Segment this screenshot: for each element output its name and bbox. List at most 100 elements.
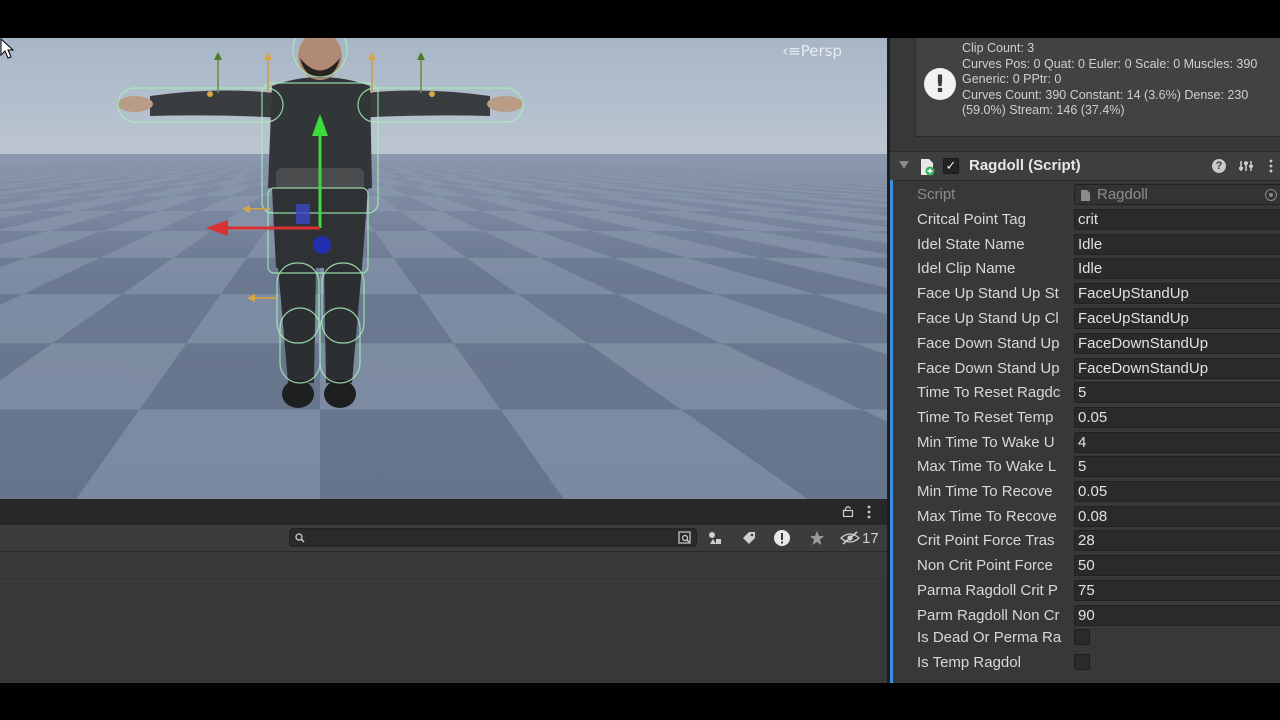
toggle-errors-button[interactable] — [769, 528, 795, 548]
filter-by-type-button[interactable] — [702, 528, 728, 548]
property-text-field[interactable]: FaceUpStandUp — [1074, 283, 1280, 304]
property-label: Time To Reset Ragdc — [917, 384, 1061, 401]
property-value: Ragdoll — [1097, 186, 1148, 203]
property-label: Is Temp Ragdol — [917, 654, 1021, 671]
lock-icon[interactable] — [842, 505, 854, 517]
property-label: Max Time To Recove — [917, 508, 1057, 525]
property-label: Critcal Point Tag — [917, 211, 1026, 228]
property-row: Parm Ragdoll Non Cr 90 — [914, 604, 1280, 628]
panel-toolbar: 17 — [0, 525, 887, 552]
property-number-field[interactable]: 0.05 — [1074, 481, 1280, 502]
property-label: Idel State Name — [917, 236, 1025, 253]
property-row: Max Time To Wake L 5 — [914, 455, 1280, 479]
property-number-field[interactable]: 5 — [1074, 456, 1280, 477]
property-text-field[interactable]: Idle — [1074, 234, 1280, 255]
script-file-icon — [1081, 190, 1090, 201]
property-row: Idel State Name Idle — [914, 233, 1280, 257]
property-row: Max Time To Recove 0.08 — [914, 505, 1280, 529]
property-row: Crit Point Force Tras 28 — [914, 529, 1280, 553]
property-label: Time To Reset Temp — [917, 409, 1054, 426]
property-label: Face Down Stand Up — [917, 360, 1060, 377]
property-number-field[interactable]: 5 — [1074, 382, 1280, 403]
clip-info-box: ! Clip Count: 3 Curves Pos: 0 Quat: 0 Eu… — [915, 38, 1280, 137]
property-row: Critcal Point Tag crit — [914, 208, 1280, 232]
component-enabled-checkbox[interactable]: ✓ — [943, 158, 959, 174]
property-number-field[interactable]: 4 — [1074, 432, 1280, 453]
property-number-field[interactable]: 75 — [1074, 580, 1280, 601]
property-text-field[interactable]: FaceUpStandUp — [1074, 308, 1280, 329]
property-label: Non Crit Point Force — [917, 557, 1053, 574]
inspector-panel: ! Clip Count: 3 Curves Pos: 0 Quat: 0 Eu… — [887, 38, 1280, 683]
property-label: Script — [917, 186, 956, 203]
object-picker-icon[interactable] — [1265, 189, 1277, 201]
panel-menu-icon[interactable] — [866, 505, 872, 519]
property-checkbox[interactable] — [1074, 629, 1090, 645]
property-row: Idel Clip Name Idle — [914, 257, 1280, 281]
search-icon — [295, 533, 305, 543]
curves-count: Curves Count: 390 Constant: 14 (3.6%) De… — [962, 87, 1249, 118]
property-label: Max Time To Wake L — [917, 458, 1057, 475]
property-row: Time To Reset Temp 0.05 — [914, 406, 1280, 430]
curves-pos: Curves Pos: 0 Quat: 0 Euler: 0 Scale: 0 … — [962, 56, 1258, 87]
property-text-field[interactable]: FaceDownStandUp — [1074, 333, 1280, 354]
hidden-count-toggle[interactable]: 17 — [840, 528, 879, 548]
favorites-button[interactable] — [804, 528, 830, 548]
property-label: Parm Ragdoll Non Cr — [917, 607, 1060, 624]
property-label: Crit Point Force Tras — [917, 532, 1055, 549]
property-label: Face Up Stand Up Cl — [917, 310, 1059, 327]
property-row: Is Temp Ragdol — [914, 651, 1280, 675]
mouse-cursor-icon — [0, 38, 15, 59]
property-row: Min Time To Wake U 4 — [914, 431, 1280, 455]
property-text-field[interactable]: crit — [1074, 209, 1280, 230]
search-type-icon — [678, 531, 691, 544]
selection-accent-bar — [890, 180, 893, 683]
filter-by-label-button[interactable] — [736, 528, 762, 548]
property-label: Min Time To Recove — [917, 483, 1053, 500]
list-header-strip — [0, 552, 887, 579]
property-number-field[interactable]: 28 — [1074, 530, 1280, 551]
persp-label[interactable]: ‹≡Persp — [782, 42, 842, 60]
search-field[interactable] — [289, 528, 697, 548]
property-label: Min Time To Wake U — [917, 434, 1055, 451]
cs-script-icon — [921, 159, 935, 176]
property-row: Face Down Stand Up FaceDownStandUp — [914, 332, 1280, 356]
property-number-field[interactable]: 0.05 — [1074, 407, 1280, 428]
property-text-field[interactable]: FaceDownStandUp — [1074, 358, 1280, 379]
component-menu-icon[interactable] — [1268, 159, 1274, 173]
property-row: Time To Reset Ragdc 5 — [914, 381, 1280, 405]
property-label: Face Down Stand Up — [917, 335, 1060, 352]
property-row-script: Script Ragdoll — [914, 183, 1280, 207]
property-text-field[interactable]: Idle — [1074, 258, 1280, 279]
property-label: Idel Clip Name — [917, 260, 1016, 277]
info-warning-icon: ! — [924, 68, 956, 100]
search-input[interactable] — [312, 529, 676, 548]
star-icon — [810, 531, 824, 545]
property-checkbox[interactable] — [1074, 654, 1090, 670]
property-number-field[interactable]: 50 — [1074, 555, 1280, 576]
property-row: Non Crit Point Force 50 — [914, 554, 1280, 578]
property-row: Face Down Stand Up FaceDownStandUp — [914, 357, 1280, 381]
hidden-count: 17 — [862, 529, 879, 547]
ragdoll-component-header[interactable]: ✓ Ragdoll (Script) ? — [890, 151, 1280, 181]
project-console-panel: 17 — [0, 499, 887, 683]
help-icon[interactable]: ? — [1212, 159, 1226, 173]
presets-icon[interactable] — [1238, 158, 1254, 174]
shapes-icon — [709, 532, 721, 544]
eye-hidden-icon — [840, 531, 860, 545]
panel-header — [0, 499, 887, 525]
component-title: Ragdoll (Script) — [969, 157, 1081, 174]
scene-canvas[interactable] — [0, 38, 887, 499]
search-by-type-button[interactable] — [672, 528, 698, 548]
scene-view[interactable]: ‹≡Persp — [0, 38, 887, 499]
property-row: Face Up Stand Up St FaceUpStandUp — [914, 282, 1280, 306]
clip-count: Clip Count: 3 — [962, 41, 1035, 55]
letterbox-bottom — [0, 683, 1280, 720]
script-object-field[interactable]: Ragdoll — [1074, 184, 1280, 205]
property-number-field[interactable]: 90 — [1074, 605, 1280, 626]
clip-info-text: Clip Count: 3 Curves Pos: 0 Quat: 0 Eule… — [962, 41, 1280, 119]
horizon-fog — [0, 154, 887, 499]
letterbox-top — [0, 0, 1280, 38]
foldout-arrow-icon[interactable] — [899, 161, 909, 169]
property-row: Is Dead Or Perma Ra — [914, 626, 1280, 650]
property-number-field[interactable]: 0.08 — [1074, 506, 1280, 527]
